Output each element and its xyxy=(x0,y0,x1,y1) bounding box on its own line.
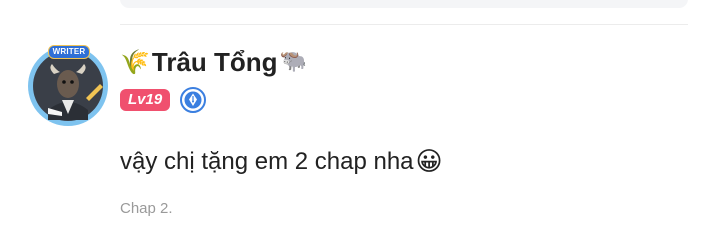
username-text: Trâu Tổng xyxy=(151,46,278,77)
buffalo-icon: 🐃 xyxy=(279,49,307,74)
user-badges: Lv19 xyxy=(120,87,207,113)
chapter-label[interactable]: Chap 2. xyxy=(120,200,173,217)
comment-body: vậy chị tặng em 2 chap nha 😀 xyxy=(120,144,443,180)
pen-nib-icon xyxy=(180,87,207,113)
username[interactable]: 🌾 Trâu Tổng 🐃 xyxy=(120,44,307,80)
comment-item: WRITER 🌾 Trâu Tổng 🐃 Lv19 vậy chị tặng e… xyxy=(0,0,720,240)
divider xyxy=(120,24,688,25)
grinning-face-icon: 😀 xyxy=(415,147,443,177)
comment-text: vậy chị tặng em 2 chap nha xyxy=(120,148,414,175)
rice-icon: 🌾 xyxy=(120,48,150,76)
previous-comment-card xyxy=(120,0,688,8)
writer-badge: WRITER xyxy=(48,45,90,59)
level-badge: Lv19 xyxy=(120,89,171,111)
